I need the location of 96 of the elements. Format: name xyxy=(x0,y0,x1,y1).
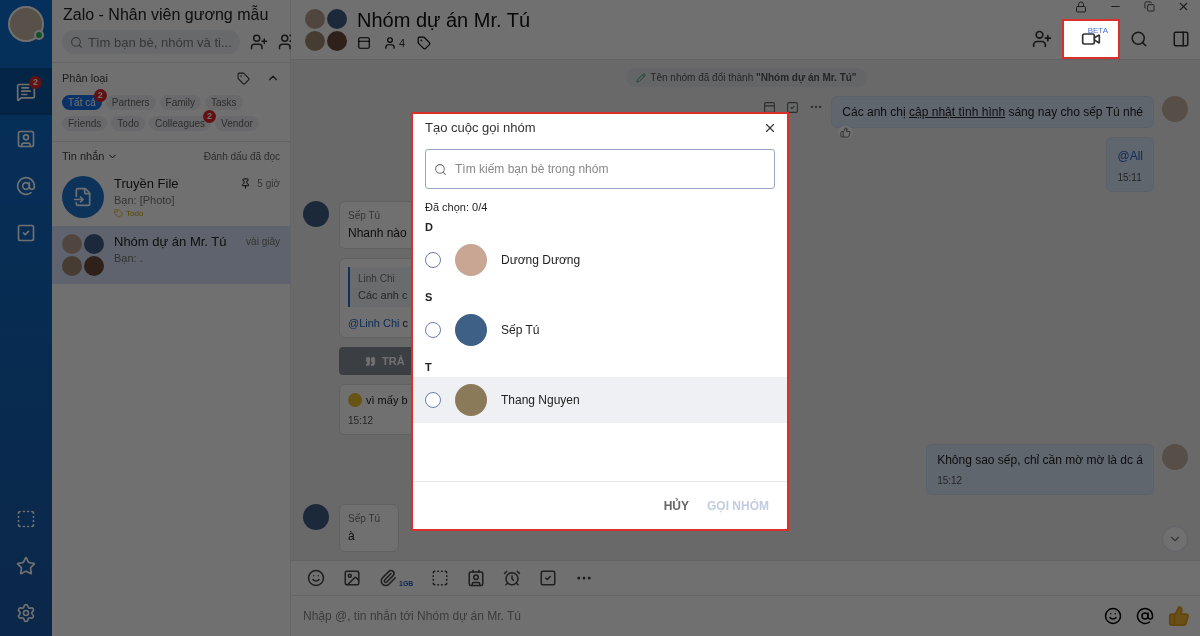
contact-card-icon[interactable] xyxy=(467,569,486,587)
like-icon[interactable] xyxy=(1168,605,1190,627)
message-text: Nhanh nào xyxy=(348,226,407,240)
avatar-icon xyxy=(303,504,329,530)
message-preview: Bạn: . xyxy=(114,252,144,264)
sticker-icon[interactable] xyxy=(307,569,325,587)
list-title[interactable]: Tin nhắn xyxy=(62,150,105,162)
profile-avatar[interactable] xyxy=(8,6,44,42)
message-text: Không sao sếp, chỉ cần mờ mờ là dc á xyxy=(937,453,1143,467)
mention-icon[interactable] xyxy=(1136,607,1154,625)
pin-icon xyxy=(240,178,252,189)
file-avatar-icon xyxy=(62,176,104,218)
search-icon xyxy=(434,162,447,176)
mention-text: @All xyxy=(1117,149,1143,163)
system-message: Tên nhóm đã đổi thành "Nhóm dự án Mr. Tú" xyxy=(626,68,867,87)
side-panel-icon[interactable] xyxy=(1172,30,1190,48)
chat-title: Nhóm dự án Mr. Tú xyxy=(357,9,531,32)
filter-tag[interactable]: Partners xyxy=(105,95,156,110)
avatar-icon xyxy=(455,244,487,276)
emoji-icon xyxy=(348,393,362,407)
attach-icon[interactable] xyxy=(379,569,397,587)
add-to-board-icon[interactable] xyxy=(763,100,777,114)
task-icon[interactable] xyxy=(786,100,800,114)
quote-icon xyxy=(365,355,376,367)
message-time: 15:11 xyxy=(1117,172,1142,183)
member-item[interactable]: Dương Dương xyxy=(413,237,787,283)
group-letter: T xyxy=(425,361,433,373)
group-avatar xyxy=(305,8,349,51)
group-letter: D xyxy=(425,221,434,233)
lock-icon[interactable] xyxy=(1075,0,1087,13)
search-icon[interactable] xyxy=(1130,30,1148,48)
video-call-button[interactable]: BETA xyxy=(1062,19,1120,59)
restore-icon[interactable] xyxy=(1144,1,1155,12)
filter-tag[interactable]: Vendor xyxy=(215,116,259,131)
message-preview: Bạn: [Photo] xyxy=(114,194,176,206)
message-text: vì mấy b xyxy=(366,394,408,406)
message-text: Các anh chị cập nhật tình hình sáng nay cho sếp Tú nhé xyxy=(842,105,1143,119)
quoted-text: Các anh c xyxy=(358,289,408,301)
filter-tag[interactable]: Family xyxy=(159,95,202,110)
tag-icon[interactable] xyxy=(417,36,432,50)
tag-settings-icon[interactable] xyxy=(237,71,250,85)
message-link[interactable]: cập nhật tình hình xyxy=(909,105,1006,119)
beta-label: BETA xyxy=(1087,26,1108,35)
members-button[interactable]: 4 xyxy=(383,36,406,50)
member-name: Dương Dương xyxy=(501,253,581,267)
pencil-icon xyxy=(636,72,647,83)
message-text: @Linh Chi c xyxy=(348,317,409,329)
board-icon[interactable] xyxy=(357,36,371,50)
chat-icon xyxy=(16,81,36,102)
unread-badge: 2 xyxy=(29,76,42,89)
add-member-icon[interactable] xyxy=(1032,29,1052,49)
group-letter: S xyxy=(425,291,434,303)
message-time: 15:12 xyxy=(348,415,374,426)
avatar-icon xyxy=(303,201,329,227)
sender-name: Sếp Tú xyxy=(348,210,381,221)
unread-badge: 2 xyxy=(203,110,217,123)
member-search-field[interactable]: Tìm kiếm bạn bè trong nhóm xyxy=(425,149,775,189)
member-name: Thang Nguyen xyxy=(501,393,580,407)
dialog-button[interactable]: HỦY xyxy=(663,494,689,517)
member-item[interactable]: Sếp Tú xyxy=(413,307,787,353)
search-icon xyxy=(70,35,83,49)
conversation-tag: Todo xyxy=(126,209,144,218)
member-item[interactable]: Thang Nguyen xyxy=(413,377,787,423)
selected-count: Đã chọn: 0/4 xyxy=(425,201,489,213)
screenshot-icon[interactable] xyxy=(431,569,450,587)
message-text: à xyxy=(348,529,355,543)
member-radio[interactable] xyxy=(425,392,441,408)
avatar-icon xyxy=(1162,96,1188,122)
add-friend-icon[interactable] xyxy=(249,33,268,51)
member-radio[interactable] xyxy=(425,322,441,338)
member-radio[interactable] xyxy=(425,252,441,268)
emoji-icon[interactable] xyxy=(1104,607,1122,625)
app-title: Zalo - Nhân viên gương mẫu xyxy=(63,6,270,24)
avatar-icon xyxy=(1162,444,1188,470)
member-name: Sếp Tú xyxy=(501,323,540,337)
group-avatar xyxy=(62,234,104,276)
conversation-name: Truyền File xyxy=(114,176,179,191)
filter-tag[interactable]: Friends xyxy=(62,116,108,131)
todo-icon xyxy=(16,222,36,243)
filter-tag[interactable]: Tasks xyxy=(205,95,243,110)
avatar-icon xyxy=(455,384,487,416)
image-icon[interactable] xyxy=(343,569,361,587)
conversation-name: Nhóm dự án Mr. Tú xyxy=(114,234,227,249)
like-reaction-icon[interactable] xyxy=(838,126,854,139)
section-title: Phân loại xyxy=(62,72,108,84)
filter-tag[interactable]: Todo xyxy=(111,116,146,131)
contacts-icon xyxy=(16,128,36,149)
tag-icon xyxy=(114,209,123,218)
avatar-icon xyxy=(455,314,487,346)
task-icon[interactable] xyxy=(539,569,558,587)
message-time: 15:12 xyxy=(937,475,963,486)
sender-name: Sếp Tú xyxy=(348,513,381,524)
dialog-title: Tạo cuộc gọi nhóm xyxy=(425,120,536,135)
mentions-icon xyxy=(16,175,36,196)
mark-read-link[interactable]: Đánh dấu đã đọc xyxy=(203,150,280,162)
reminder-icon[interactable] xyxy=(503,569,522,587)
